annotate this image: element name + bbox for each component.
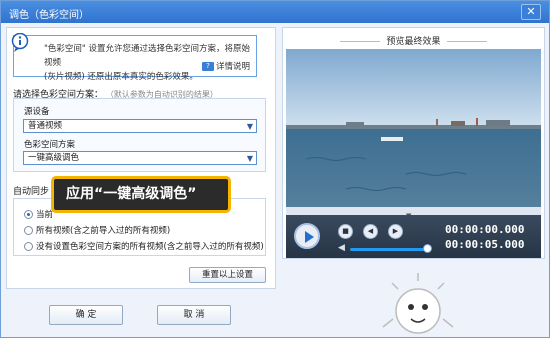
callout-annotation: 应用“一键高级调色” bbox=[51, 176, 231, 213]
prev-icon: ◀ bbox=[367, 227, 374, 235]
video-preview bbox=[286, 49, 541, 207]
source-device-value: 普通视频 bbox=[28, 121, 63, 131]
next-button[interactable]: ▶ bbox=[388, 224, 403, 239]
timeline-bar[interactable] bbox=[286, 207, 541, 215]
volume-icon[interactable]: ◀ bbox=[338, 243, 345, 253]
cancel-button[interactable]: 取 消 bbox=[157, 305, 231, 325]
reset-button[interactable]: 重置以上设置 bbox=[189, 267, 266, 283]
player-controls: ■ ◀ ▶ ◀ 00:00:00.000 00:00:05.000 bbox=[286, 215, 541, 258]
source-device-label: 源设备 bbox=[24, 107, 50, 117]
scheme-group: 源设备 普通视频 ▼ 色彩空间方案 一键高级调色 ▼ bbox=[13, 98, 266, 172]
sync-option-all[interactable]: 所有视频(含之前导入过的所有视频) bbox=[24, 224, 170, 236]
help-label: 详情说明 bbox=[215, 62, 250, 72]
volume-slider[interactable] bbox=[350, 248, 426, 251]
info-icon bbox=[11, 33, 29, 52]
total-time: 00:00:05.000 bbox=[445, 238, 525, 251]
dropdown-arrow-icon: ▼ bbox=[246, 122, 253, 131]
sync-heading: 自动同步 bbox=[13, 187, 50, 197]
ok-button[interactable]: 确 定 bbox=[49, 305, 123, 325]
dialog-window: 调色（色彩空间） ✕ "色彩空间" 设置允许您通过选择色彩空间方案，将原始视频 … bbox=[0, 0, 550, 338]
help-link[interactable]: ? 详情说明 bbox=[201, 60, 250, 72]
current-time: 00:00:00.000 bbox=[445, 223, 525, 236]
source-device-select[interactable]: 普通视频 ▼ bbox=[23, 119, 257, 133]
info-line-2: (灰片视频) 还原出原本真实的色彩效果。 bbox=[44, 72, 198, 82]
mascot-illustration bbox=[382, 273, 454, 334]
preview-title: 预览最终效果 bbox=[282, 34, 545, 47]
title-bar: 调色（色彩空间） ✕ bbox=[1, 1, 549, 23]
close-button[interactable]: ✕ bbox=[521, 4, 541, 20]
info-box: "色彩空间" 设置允许您通过选择色彩空间方案，将原始视频 (灰片视频) 还原出原… bbox=[13, 35, 257, 82]
radio-checked-icon bbox=[24, 210, 33, 219]
help-icon: ? bbox=[201, 62, 214, 71]
stop-button[interactable]: ■ bbox=[338, 224, 353, 239]
next-icon: ▶ bbox=[392, 227, 399, 235]
stop-icon: ■ bbox=[342, 227, 349, 235]
dropdown-arrow-icon: ▼ bbox=[246, 154, 253, 163]
sync-option-label: 当前 bbox=[36, 210, 54, 220]
prev-button[interactable]: ◀ bbox=[363, 224, 378, 239]
colorspace-label: 色彩空间方案 bbox=[24, 140, 76, 150]
sync-option-label: 所有视频(含之前导入过的所有视频) bbox=[36, 226, 171, 236]
play-button[interactable] bbox=[294, 223, 320, 249]
colorspace-select[interactable]: 一键高级调色 ▼ bbox=[23, 151, 257, 165]
sync-option-label: 没有设置色彩空间方案的所有视频(含之前导入过的所有视频) bbox=[36, 242, 264, 252]
sync-option-unset[interactable]: 没有设置色彩空间方案的所有视频(含之前导入过的所有视频) bbox=[24, 240, 264, 252]
window-title: 调色（色彩空间） bbox=[9, 10, 89, 21]
close-icon: ✕ bbox=[526, 5, 536, 18]
radio-icon bbox=[24, 226, 33, 235]
radio-icon bbox=[24, 242, 33, 251]
volume-knob[interactable] bbox=[423, 244, 432, 253]
sync-option-current[interactable]: 当前 bbox=[24, 208, 53, 220]
colorspace-value: 一键高级调色 bbox=[28, 153, 80, 163]
